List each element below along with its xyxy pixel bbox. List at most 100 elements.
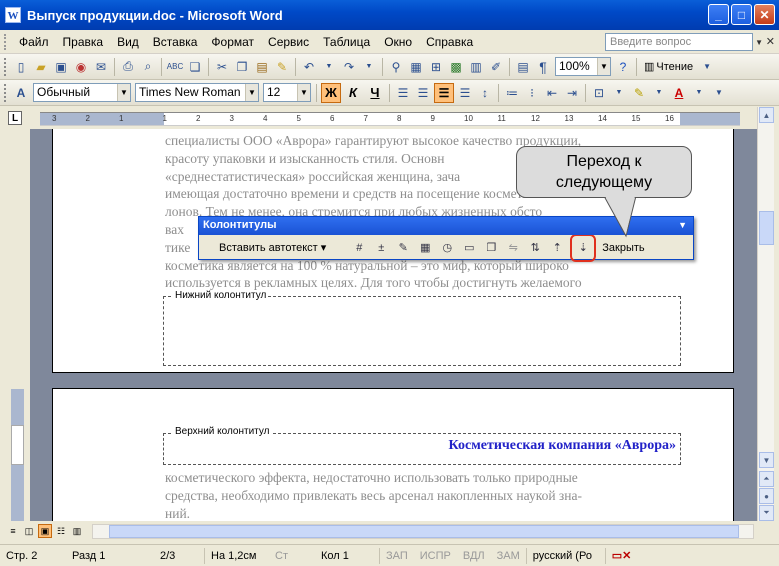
web-view-icon[interactable]: ◫ <box>22 524 36 538</box>
font-dropdown-icon[interactable]: ▼ <box>245 84 258 101</box>
insert-page-count-icon[interactable]: ± <box>372 239 390 257</box>
font-size-dropdown-icon[interactable]: ▼ <box>297 84 310 101</box>
menu-window[interactable]: Окно <box>377 33 419 51</box>
email-icon[interactable]: ✉ <box>92 58 110 76</box>
spelling-icon[interactable]: ABC <box>166 58 184 76</box>
show-hide-icon[interactable]: ¶ <box>534 58 552 76</box>
menu-format[interactable]: Формат <box>204 33 261 51</box>
next-page-icon[interactable]: ⏷ <box>759 505 774 521</box>
cut-icon[interactable]: ✂ <box>213 58 231 76</box>
drawing-icon[interactable]: ✐ <box>487 58 505 76</box>
read-mode-button[interactable]: ▥ Чтение <box>640 58 697 75</box>
highlight-dropdown-icon[interactable]: ▼ <box>650 84 668 102</box>
status-rec[interactable]: ЗАП <box>380 550 414 562</box>
header-area[interactable]: Косметическая компания «Аврора» <box>163 433 681 465</box>
tab-selector[interactable]: L <box>8 111 22 125</box>
menu-table[interactable]: Таблица <box>316 33 377 51</box>
show-previous-icon[interactable]: ⇡ <box>548 239 566 257</box>
browse-object-icon[interactable]: ● <box>759 488 774 504</box>
redo-icon[interactable]: ↷ <box>340 58 358 76</box>
tables-borders-icon[interactable]: ▦ <box>407 58 425 76</box>
undo-dropdown-icon[interactable]: ▼ <box>320 58 338 76</box>
status-ovr[interactable]: ЗАМ <box>491 550 526 562</box>
scroll-up-icon[interactable]: ▲ <box>759 107 774 123</box>
hf-toolbar-titlebar[interactable]: Колонтитулы ▼ <box>199 217 693 235</box>
menu-insert[interactable]: Вставка <box>146 33 205 51</box>
bold-button[interactable]: Ж <box>321 82 341 103</box>
status-trk[interactable]: ИСПР <box>414 550 457 562</box>
close-window-button[interactable]: ✕ <box>754 4 775 25</box>
menu-file[interactable]: Файл <box>12 33 56 51</box>
insert-time-icon[interactable]: ◷ <box>438 239 456 257</box>
footer-area[interactable] <box>163 296 681 366</box>
save-icon[interactable]: ▣ <box>52 58 70 76</box>
vertical-scrollbar[interactable]: ▲ ▼ ⏶ ● ⏷ <box>757 107 774 521</box>
font-color-dropdown-icon[interactable]: ▼ <box>690 84 708 102</box>
insert-table-icon[interactable]: ⊞ <box>427 58 445 76</box>
bullets-icon[interactable]: ⁝ <box>523 84 541 102</box>
hyperlink-icon[interactable]: ⚲ <box>387 58 405 76</box>
page-setup-icon[interactable]: ▭ <box>460 239 478 257</box>
italic-button[interactable]: К <box>343 83 363 103</box>
status-language[interactable]: русский (Ро <box>527 550 605 562</box>
line-spacing-icon[interactable]: ↕ <box>476 84 494 102</box>
align-justify-icon[interactable]: ☰ <box>434 82 454 103</box>
show-hide-text-icon[interactable]: ❐ <box>482 239 500 257</box>
normal-view-icon[interactable]: ≡ <box>6 524 20 538</box>
switch-header-footer-icon[interactable]: ⇅ <box>526 239 544 257</box>
copy-icon[interactable]: ❐ <box>233 58 251 76</box>
font-select[interactable]: Times New Roman ▼ <box>135 83 259 102</box>
reading-view-icon[interactable]: ▥ <box>70 524 84 538</box>
document-close-icon[interactable]: ✕ <box>766 35 775 48</box>
menu-grip[interactable] <box>4 33 8 50</box>
print-preview-icon[interactable]: ⌕ <box>139 58 157 76</box>
help-icon[interactable]: ? <box>614 58 632 76</box>
toolbar-options-icon[interactable]: ▼ <box>710 84 728 102</box>
scroll-down-icon[interactable]: ▼ <box>759 452 774 468</box>
help-dropdown-icon[interactable]: ▼ <box>755 38 763 47</box>
align-center-icon[interactable]: ☰ <box>414 84 432 102</box>
page-2[interactable]: Косметическая компания «Аврора» Верхний … <box>52 388 734 521</box>
font-size-select[interactable]: 12 ▼ <box>263 83 311 102</box>
underline-button[interactable]: Ч <box>365 83 385 103</box>
columns-icon[interactable]: ▥ <box>467 58 485 76</box>
highlight-icon[interactable]: ✎ <box>630 84 648 102</box>
menu-edit[interactable]: Правка <box>56 33 111 51</box>
help-search-input[interactable]: Введите вопрос <box>605 33 753 51</box>
font-color-icon[interactable]: A <box>670 84 688 102</box>
paste-icon[interactable]: ▤ <box>253 58 271 76</box>
status-ext[interactable]: ВДЛ <box>457 550 491 562</box>
menu-view[interactable]: Вид <box>110 33 146 51</box>
toolbar-options-icon[interactable]: ▼ <box>698 58 716 76</box>
toolbar-grip[interactable] <box>4 83 7 102</box>
horizontal-scroll-thumb[interactable] <box>109 525 739 538</box>
new-document-icon[interactable]: ▯ <box>12 58 30 76</box>
align-left-icon[interactable]: ☰ <box>394 84 412 102</box>
style-select[interactable]: Обычный ▼ <box>33 83 131 102</box>
zoom-select[interactable]: 100% ▼ <box>555 57 611 76</box>
vertical-scroll-thumb[interactable] <box>759 211 774 245</box>
minimize-button[interactable]: _ <box>708 4 729 25</box>
toolbar-grip[interactable] <box>4 57 7 76</box>
horizontal-scrollbar[interactable] <box>92 524 754 539</box>
format-page-number-icon[interactable]: ✎ <box>394 239 412 257</box>
previous-page-icon[interactable]: ⏶ <box>759 471 774 487</box>
insert-autotext-button[interactable]: Вставить автотекст ▾ <box>211 240 334 255</box>
close-header-footer-button[interactable]: Закрыть <box>602 242 644 254</box>
horizontal-ruler[interactable]: 3 2 1 1 2 3 4 5 6 7 8 9 10 11 12 13 14 15 16 <box>40 112 740 126</box>
same-as-previous-icon[interactable]: ⇋ <box>504 239 522 257</box>
borders-icon[interactable]: ⊡ <box>590 84 608 102</box>
maximize-button[interactable]: □ <box>731 4 752 25</box>
zoom-dropdown-icon[interactable]: ▼ <box>597 58 610 75</box>
decrease-indent-icon[interactable]: ⇤ <box>543 84 561 102</box>
align-right-icon[interactable]: ☰ <box>456 84 474 102</box>
style-dropdown-icon[interactable]: ▼ <box>117 84 130 101</box>
menu-tools[interactable]: Сервис <box>261 33 316 51</box>
research-icon[interactable]: ❏ <box>186 58 204 76</box>
numbering-icon[interactable]: ≔ <box>503 84 521 102</box>
undo-icon[interactable]: ↶ <box>300 58 318 76</box>
insert-page-number-icon[interactable]: # <box>350 239 368 257</box>
print-icon[interactable]: ⎙ <box>119 58 137 76</box>
permission-icon[interactable]: ◉ <box>72 58 90 76</box>
menu-help[interactable]: Справка <box>419 33 480 51</box>
